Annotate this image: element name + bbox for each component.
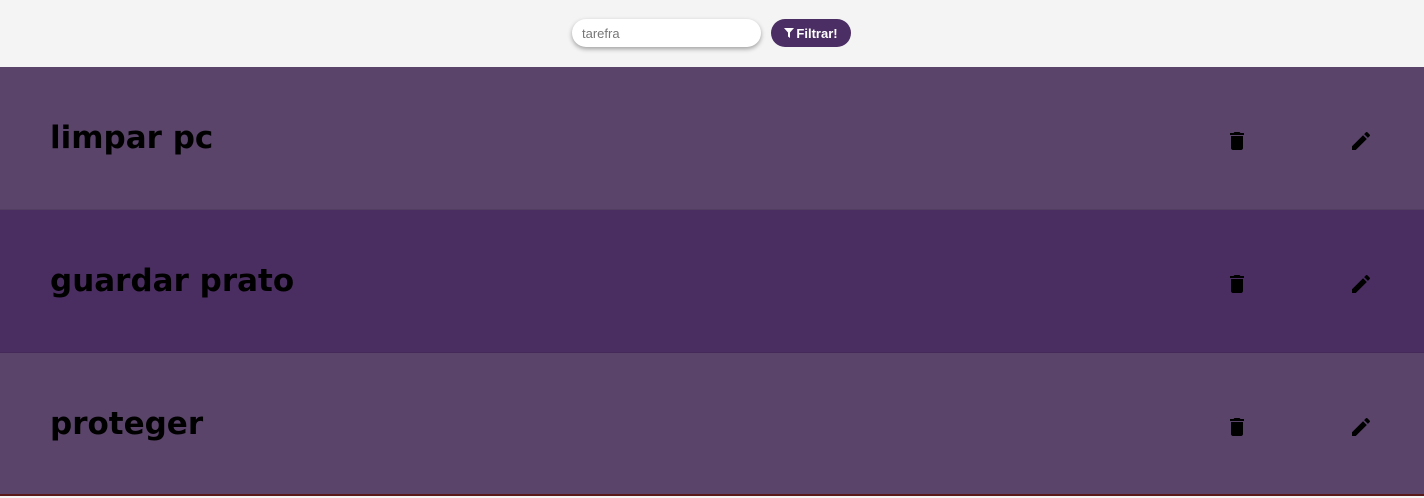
trash-icon[interactable] (1224, 271, 1250, 297)
search-input[interactable] (572, 19, 761, 47)
task-row: proteger (0, 353, 1424, 496)
trash-icon[interactable] (1224, 414, 1250, 440)
task-title: guardar prato (50, 263, 295, 299)
task-title: proteger (50, 405, 204, 442)
filter-button-label: Filtrar! (796, 25, 838, 41)
task-row: limpar pc (0, 67, 1424, 210)
pencil-icon[interactable] (1348, 414, 1374, 440)
pencil-icon[interactable] (1348, 128, 1374, 154)
filter-icon (784, 28, 795, 38)
top-bar: Filtrar! (0, 0, 1424, 67)
task-row: guardar prato (0, 210, 1424, 353)
task-title: limpar pc (50, 120, 214, 156)
filter-button[interactable]: Filtrar! (771, 19, 851, 47)
pencil-icon[interactable] (1348, 271, 1374, 297)
task-list: limpar pc guardar prato proteger (0, 67, 1424, 498)
trash-icon[interactable] (1224, 128, 1250, 154)
